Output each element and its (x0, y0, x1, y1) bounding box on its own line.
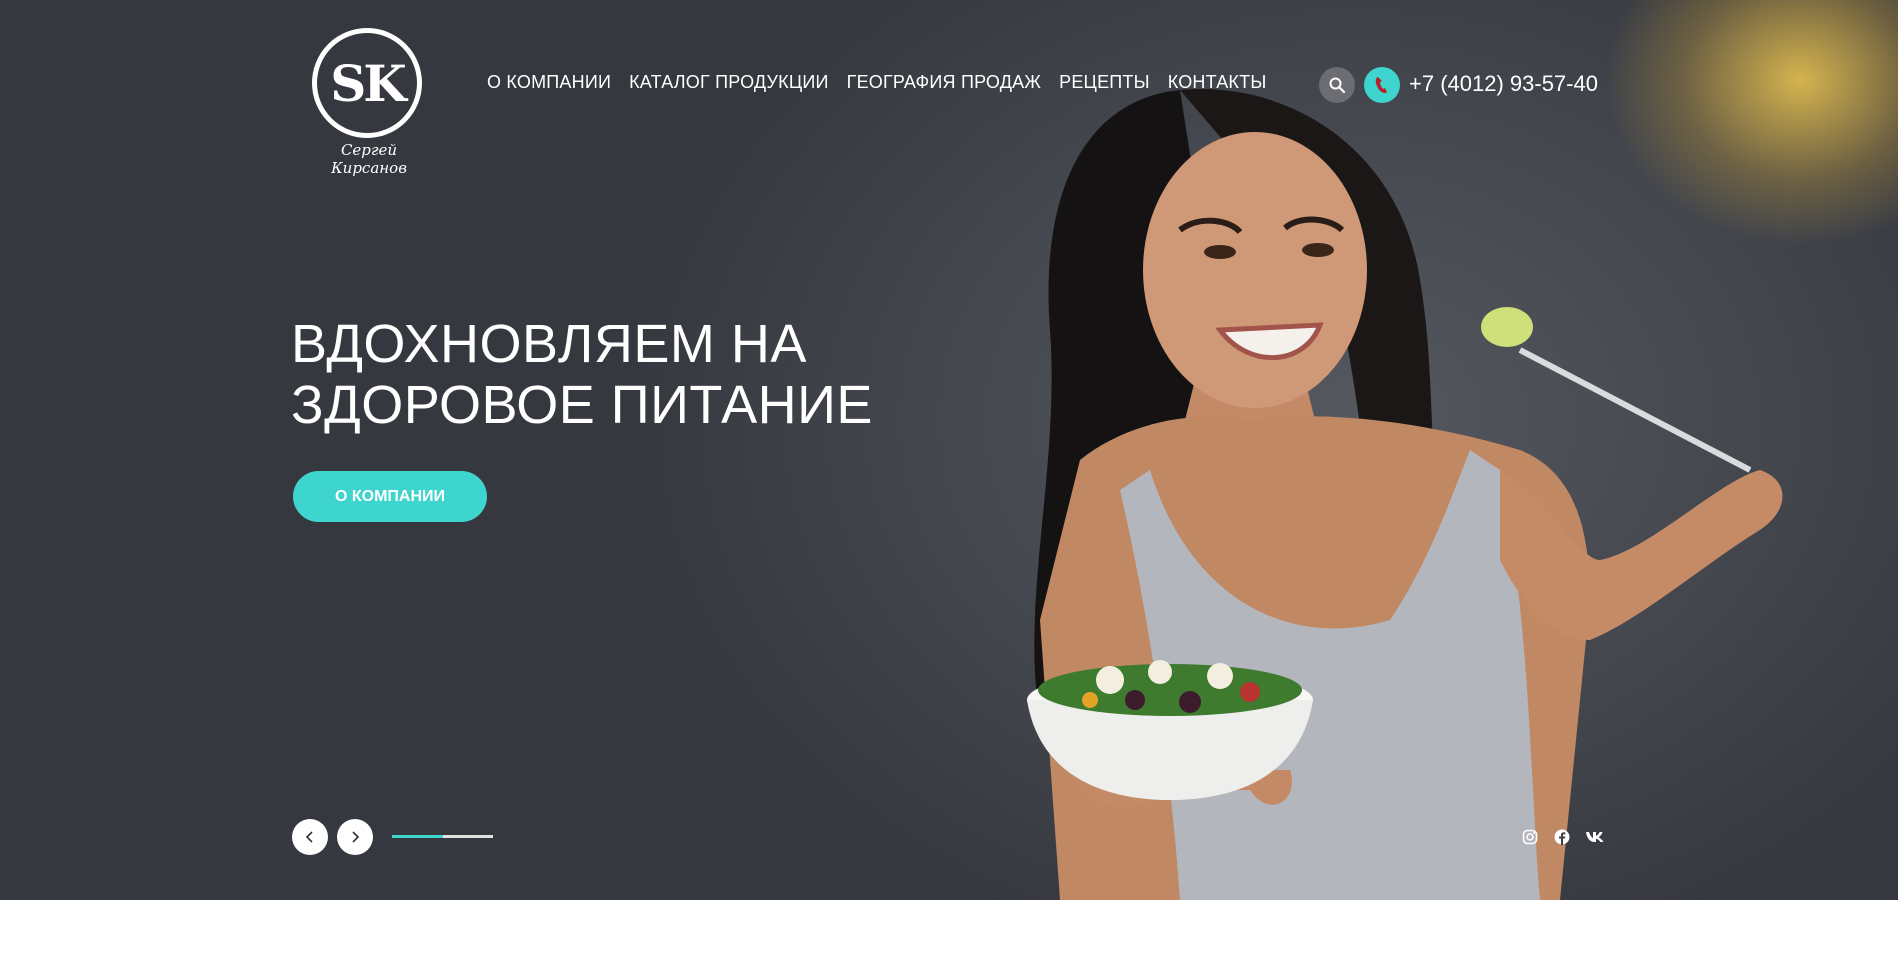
logo-signature: Сергей Кирсанов (331, 141, 407, 177)
hero-headline-line1: ВДОХНОВЛЯЕМ НА (291, 314, 807, 374)
phone-button[interactable] (1364, 67, 1400, 103)
vk-link[interactable] (1584, 828, 1606, 846)
nav-item-geography[interactable]: ГЕОГРАФИЯ ПРОДАЖ (847, 72, 1042, 93)
logo-emblem: SK (312, 28, 422, 138)
site-logo[interactable]: SK Сергей Кирсанов (304, 28, 434, 177)
main-nav: О КОМПАНИИ КАТАЛОГ ПРОДУКЦИИ ГЕОГРАФИЯ П… (487, 72, 1284, 93)
slider-progress (392, 835, 493, 838)
hero-banner (0, 0, 1898, 900)
hero-photo (1027, 89, 1783, 900)
page-content-area (0, 900, 1898, 965)
logo-mark: SK (330, 53, 407, 113)
facebook-icon (1554, 829, 1570, 845)
slider-next-button[interactable] (337, 819, 373, 855)
phone-icon (1375, 77, 1387, 93)
nav-item-contacts[interactable]: КОНТАКТЫ (1168, 72, 1267, 93)
nav-item-about[interactable]: О КОМПАНИИ (487, 72, 611, 93)
nav-item-recipes[interactable]: РЕЦЕПТЫ (1059, 72, 1150, 93)
search-icon (1329, 77, 1346, 94)
hero-headline: ВДОХНОВЛЯЕМ НА ЗДОРОВОЕ ПИТАНИЕ (291, 314, 931, 436)
nav-item-catalog[interactable]: КАТАЛОГ ПРОДУКЦИИ (629, 72, 829, 93)
facebook-link[interactable] (1553, 828, 1571, 846)
instagram-link[interactable] (1521, 828, 1539, 846)
chevron-left-icon (305, 831, 313, 843)
slider-prev-button[interactable] (292, 819, 328, 855)
vk-icon (1586, 832, 1604, 842)
hero-headline-line2: ЗДОРОВОЕ ПИТАНИЕ (291, 375, 873, 435)
search-button[interactable] (1319, 67, 1355, 103)
slider-progress-fill (392, 835, 443, 838)
chevron-right-icon (352, 831, 360, 843)
about-company-button[interactable]: О КОМПАНИИ (293, 471, 487, 522)
header-phone-number[interactable]: +7 (4012) 93-57-40 (1409, 71, 1598, 97)
instagram-icon (1522, 829, 1538, 845)
